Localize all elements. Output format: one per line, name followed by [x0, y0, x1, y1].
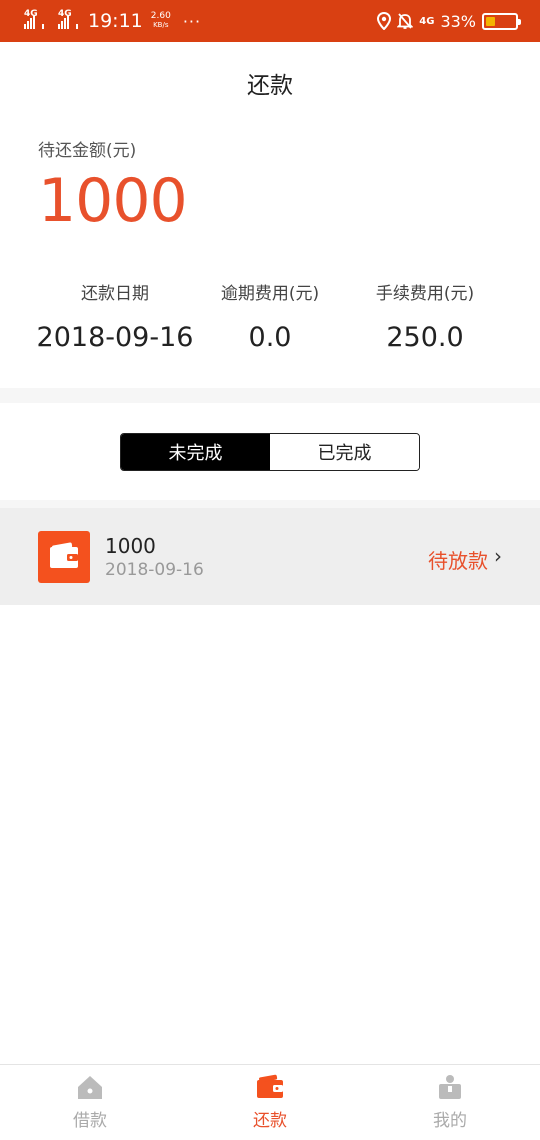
- section-divider: [0, 500, 540, 508]
- status-right: 4G 33%: [377, 11, 521, 31]
- segment-incomplete[interactable]: 未完成: [121, 434, 270, 470]
- tab-borrow[interactable]: 借款: [0, 1065, 180, 1140]
- network-type: 4G: [24, 9, 38, 19]
- segment-completed[interactable]: 已完成: [270, 434, 419, 470]
- tab-label: 借款: [73, 1111, 107, 1131]
- bottom-tab-bar: 借款 还款 我的: [0, 1064, 540, 1140]
- stat-label: 手续费用(元): [375, 284, 475, 304]
- clock: 19:11: [88, 10, 143, 32]
- battery-percent: 33%: [440, 11, 476, 31]
- network-badge: 4G: [419, 15, 435, 27]
- record-status: 待放款: [428, 549, 488, 573]
- tab-label: 还款: [253, 1111, 287, 1131]
- section-divider: [0, 388, 540, 403]
- record-date: 2018-09-16: [105, 560, 204, 580]
- battery-fill: [486, 16, 496, 26]
- list-item[interactable]: 1000 2018-09-16 待放款 ›: [0, 508, 540, 605]
- record-amount: 1000: [105, 534, 156, 558]
- status-bar: 4G 4G 19:11 2.60 KB/s ··· 4G 33%: [0, 0, 540, 42]
- network-type: 4G: [58, 9, 72, 19]
- pending-amount-label: 待还金额(元): [38, 141, 137, 161]
- tab-mine[interactable]: 我的: [360, 1065, 540, 1140]
- status-segmented-control: 未完成 已完成: [120, 433, 420, 471]
- home-icon: [78, 1076, 102, 1099]
- more-icon: ···: [182, 11, 202, 31]
- tab-repay[interactable]: 还款: [180, 1065, 360, 1140]
- tab-label: 我的: [433, 1111, 467, 1131]
- page-title: 还款: [247, 73, 293, 99]
- wallet-icon: [38, 531, 90, 583]
- location-icon: [377, 12, 392, 30]
- signal-icon: 4G: [24, 9, 44, 29]
- speed-unit: KB/s: [153, 21, 169, 29]
- pending-amount-value: 1000: [38, 166, 188, 236]
- signal-icon: 4G: [58, 9, 78, 29]
- battery-icon: [482, 12, 521, 30]
- person-icon: [439, 1075, 461, 1099]
- speed-value: 2.60: [150, 11, 171, 21]
- status-left: 4G 4G 19:11 2.60 KB/s ···: [24, 9, 202, 32]
- network-speed: 2.60 KB/s: [151, 12, 171, 30]
- chevron-right-icon: ›: [494, 544, 502, 568]
- wallet-icon: [257, 1074, 283, 1098]
- stat-service-fee: 手续费用(元) 250.0: [330, 279, 520, 353]
- mute-bell-icon: [397, 13, 414, 29]
- stat-value: 250.0: [386, 322, 464, 353]
